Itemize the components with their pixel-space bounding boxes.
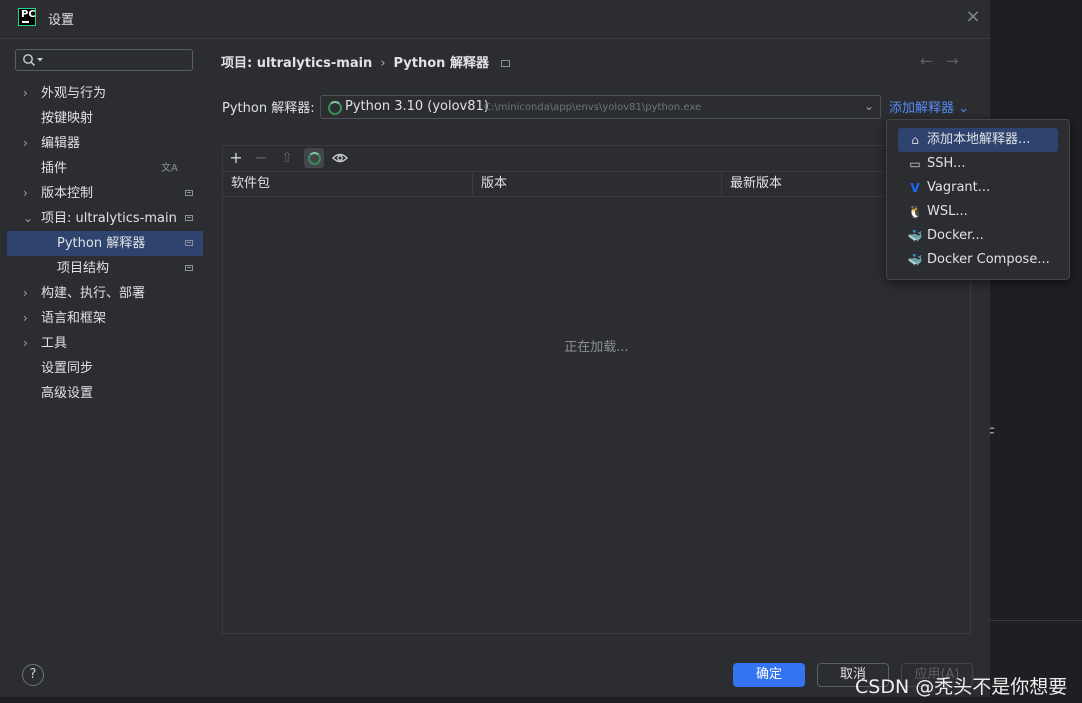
ok-button[interactable]: 确定: [733, 663, 805, 687]
sidebar-item-label: 版本控制: [41, 186, 94, 201]
breadcrumb-parent[interactable]: 项目: ultralytics-main: [221, 56, 372, 71]
sidebar-item-label: 构建、执行、部署: [41, 286, 146, 301]
translate-icon: 文A: [161, 163, 178, 174]
sidebar-item-label: 外观与行为: [41, 86, 107, 101]
interpreter-label: Python 解释器:: [222, 101, 315, 116]
sidebar-item-label: 工具: [41, 336, 68, 351]
sidebar-item-label: 语言和框架: [41, 311, 107, 326]
search-dropdown-icon[interactable]: [37, 58, 43, 62]
project-scope-icon: [500, 60, 510, 67]
chevron-right-icon[interactable]: ›: [23, 181, 28, 206]
dialog-title: 设置: [48, 13, 75, 28]
settings-dialog: PC 设置 × › 外观与行为按键映射 › 编辑器插件 文A › 版本控制 ⌄ 项目: ultr…: [0, 0, 990, 697]
search-input[interactable]: [46, 52, 190, 70]
forward-arrow-icon[interactable]: →: [946, 52, 959, 70]
sidebar-item-project[interactable]: ⌄ 项目: ultralytics-main: [7, 206, 203, 231]
sidebar-item-label: Python 解释器: [57, 236, 146, 251]
menu-item-label: Docker...: [927, 228, 984, 243]
packages-table-header: 软件包 版本 最新版本: [223, 171, 970, 197]
sidebar-item-version-control[interactable]: › 版本控制: [7, 181, 203, 206]
sidebar-item-project-structure[interactable]: 项目结构: [7, 256, 203, 281]
back-arrow-icon[interactable]: ←: [920, 52, 933, 70]
sidebar-item-plugins[interactable]: 插件 文A: [7, 156, 203, 181]
chevron-down-icon[interactable]: ⌄: [23, 206, 33, 231]
upgrade-package-icon[interactable]: ⇧: [277, 148, 297, 168]
add-interpreter-link[interactable]: 添加解释器 ⌄: [889, 97, 969, 116]
packages-panel: + − ⇧ 软件包 版本 最新版本 正在加载...: [222, 145, 971, 634]
project-scope-icon: [185, 215, 193, 221]
menu-item-terminal[interactable]: ▭ SSH...: [898, 152, 1058, 176]
column-header-version[interactable]: 版本: [472, 171, 721, 196]
project-scope-icon: [185, 190, 193, 196]
watermark: CSDN @秃头不是你想要: [855, 676, 1068, 698]
close-icon[interactable]: ×: [964, 8, 982, 26]
breadcrumb-separator: ›: [380, 56, 386, 71]
interpreter-path: C:\miniconda\app\envs\yolov81\python.exe: [484, 102, 702, 113]
linux-icon: 🐧: [907, 205, 923, 219]
sidebar-item-label: 编辑器: [41, 136, 81, 151]
settings-search[interactable]: [15, 49, 193, 71]
pycharm-logo-icon: PC: [18, 8, 36, 26]
breadcrumb-current: Python 解释器: [393, 56, 489, 71]
chevron-right-icon[interactable]: ›: [23, 306, 28, 331]
add-interpreter-menu: ⌂ 添加本地解释器... ▭ SSH... V Vagrant... 🐧 WSL... 🐳 Doc…: [886, 119, 1070, 280]
menu-item-label: SSH...: [927, 156, 966, 171]
sidebar-item-keymap[interactable]: 按键映射: [7, 106, 203, 131]
column-header-package[interactable]: 软件包: [223, 171, 472, 196]
menu-item-label: Vagrant...: [927, 180, 991, 195]
sidebar-item-label: 插件: [41, 161, 68, 176]
sidebar-item-label: 高级设置: [41, 386, 94, 401]
add-interpreter-label: 添加解释器: [889, 101, 955, 116]
chevron-right-icon[interactable]: ›: [23, 131, 28, 156]
eye-icon[interactable]: [330, 148, 350, 168]
menu-item-linux[interactable]: 🐧 WSL...: [898, 200, 1058, 224]
menu-item-docker[interactable]: 🐳 Docker...: [898, 224, 1058, 248]
menu-item-label: Docker Compose...: [927, 252, 1050, 267]
terminal-icon: ▭: [909, 157, 921, 171]
remove-package-icon[interactable]: −: [251, 148, 271, 168]
menu-item-vagrant[interactable]: V Vagrant...: [898, 176, 1058, 200]
search-icon: [23, 54, 36, 67]
sidebar-item-label: 项目: ultralytics-main: [41, 211, 177, 226]
menu-item-docker-compose[interactable]: 🐳 Docker Compose...: [898, 248, 1058, 272]
sidebar-item-python-interpreter[interactable]: Python 解释器: [7, 231, 203, 256]
home-icon: ⌂: [911, 133, 919, 147]
loading-text: 正在加载...: [564, 340, 629, 355]
background-ide-panel: [990, 0, 1082, 703]
breadcrumb: 项目: ultralytics-main › Python 解释器: [221, 52, 510, 71]
sidebar-item-editor[interactable]: › 编辑器: [7, 131, 203, 156]
project-scope-icon: [185, 265, 193, 271]
chevron-right-icon[interactable]: ›: [23, 281, 28, 306]
sidebar-item-label: 设置同步: [41, 361, 94, 376]
dialog-titlebar: PC 设置 ×: [0, 0, 990, 39]
sidebar-item-label: 项目结构: [57, 261, 110, 276]
packages-toolbar: + − ⇧: [223, 146, 970, 172]
chevron-right-icon[interactable]: ›: [23, 81, 28, 106]
loading-spinner-icon: [328, 101, 342, 115]
vagrant-icon: V: [910, 181, 920, 195]
menu-item-label: 添加本地解释器...: [927, 132, 1031, 147]
help-button[interactable]: ?: [22, 664, 44, 686]
sidebar-item-label: 按键映射: [41, 111, 94, 126]
add-package-icon[interactable]: +: [226, 148, 246, 168]
sidebar-item-settings-sync[interactable]: 设置同步: [7, 356, 203, 381]
menu-item-home[interactable]: ⌂ 添加本地解释器...: [898, 128, 1058, 152]
sidebar-item-build-execution[interactable]: › 构建、执行、部署: [7, 281, 203, 306]
sidebar-item-appearance[interactable]: › 外观与行为: [7, 81, 203, 106]
project-scope-icon: [185, 240, 193, 246]
menu-item-label: WSL...: [927, 204, 968, 219]
chevron-right-icon[interactable]: ›: [23, 331, 28, 356]
chevron-down-icon: ⌄: [863, 99, 874, 113]
refresh-spinner-icon[interactable]: [304, 148, 324, 168]
chevron-down-icon: ⌄: [958, 101, 970, 116]
sidebar-item-languages[interactable]: › 语言和框架: [7, 306, 203, 331]
sidebar-item-tools[interactable]: › 工具: [7, 331, 203, 356]
sidebar-item-advanced[interactable]: 高级设置: [7, 381, 203, 406]
docker-icon: 🐳: [907, 253, 923, 267]
interpreter-select[interactable]: Python 3.10 (yolov81) C:\miniconda\app\e…: [320, 95, 881, 119]
docker-icon: 🐳: [907, 229, 923, 243]
interpreter-name: Python 3.10 (yolov81): [345, 99, 489, 114]
